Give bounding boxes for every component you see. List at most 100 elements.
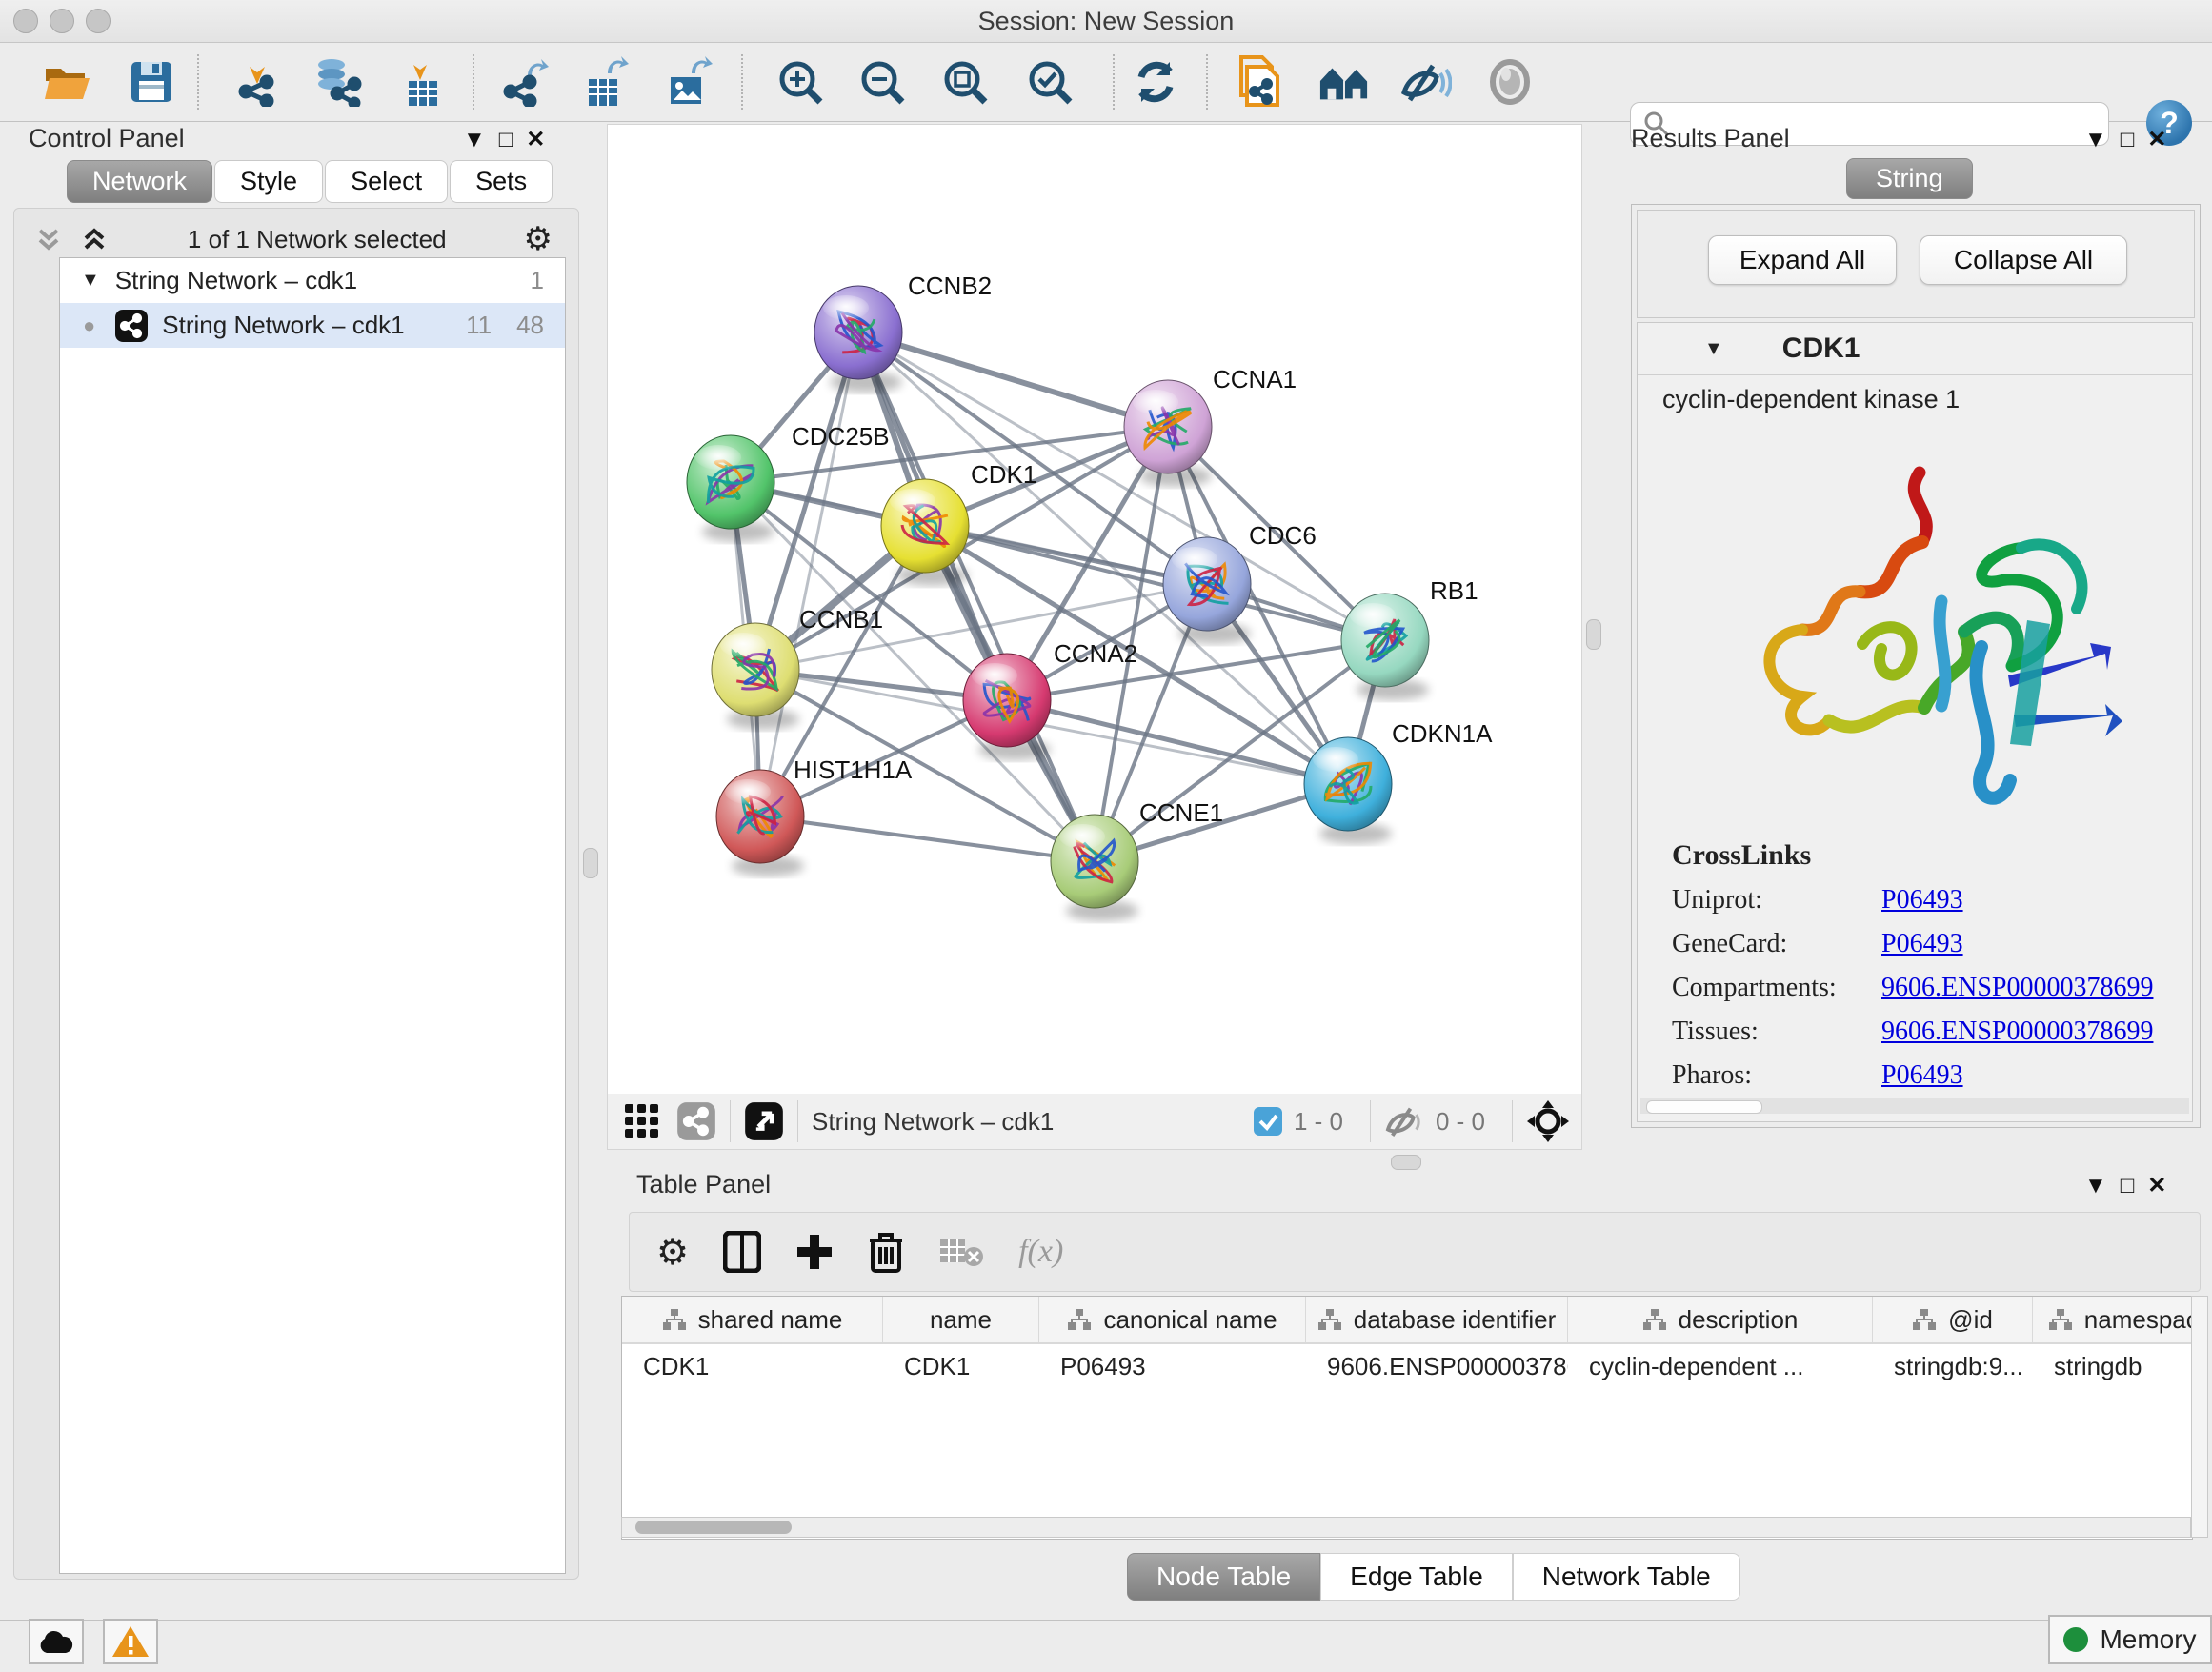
node-count: 11: [466, 311, 492, 340]
string-home-button[interactable]: [1318, 56, 1370, 108]
float-menu-icon[interactable]: ▼: [463, 127, 499, 152]
show-glass-eye-button[interactable]: [1484, 56, 1536, 108]
column-header-namespace[interactable]: namespace: [2033, 1297, 2193, 1342]
zoom-out-button[interactable]: [856, 56, 908, 108]
import-table-button[interactable]: [397, 56, 449, 108]
delete-column-icon[interactable]: [868, 1231, 904, 1273]
expand-all-icon[interactable]: [78, 223, 111, 255]
glass-eye-icon: [1488, 58, 1532, 106]
float-menu-icon[interactable]: ▼: [2084, 1173, 2121, 1199]
import-table-icon: [401, 56, 445, 108]
import-network-from-database-button[interactable]: [312, 56, 364, 108]
tab-edge-table[interactable]: Edge Table: [1320, 1553, 1513, 1601]
crosslink-link[interactable]: 9606.ENSP00000378699: [1881, 1017, 2153, 1047]
table-vscrollbar[interactable]: [2191, 1296, 2208, 1538]
float-panel-icon[interactable]: □: [499, 127, 527, 152]
results-hscrollbar-thumb[interactable]: [1646, 1100, 1762, 1114]
toolbar-separator: [741, 54, 743, 110]
add-column-icon[interactable]: [795, 1233, 834, 1271]
crosslink-link[interactable]: 9606.ENSP00000378699: [1881, 973, 2153, 1003]
column-header-description[interactable]: description: [1568, 1297, 1873, 1342]
network-edge[interactable]: [760, 816, 1095, 861]
crosslink-link[interactable]: P06493: [1881, 929, 1963, 959]
refresh-button[interactable]: [1130, 56, 1181, 108]
tab-node-table[interactable]: Node Table: [1127, 1553, 1320, 1601]
zoom-fit-button[interactable]: [939, 56, 991, 108]
column-header-canonical-name[interactable]: canonical name: [1039, 1297, 1306, 1342]
string-import-button[interactable]: [1234, 56, 1285, 108]
results-hscrollbar[interactable]: [1640, 1098, 2189, 1114]
table-settings-gear-icon[interactable]: ⚙: [656, 1231, 689, 1274]
cloud-status-button[interactable]: [29, 1619, 84, 1664]
zoom-in-button[interactable]: [774, 56, 826, 108]
right-splitter-handle[interactable]: [1586, 619, 1601, 650]
results-tab-string[interactable]: String: [1846, 158, 1973, 199]
crosslinks-section: CrossLinks Uniprot:P06493GeneCard:P06493…: [1672, 839, 2192, 1091]
network-collection-row[interactable]: ▼ String Network – cdk1 1: [60, 258, 565, 303]
node-label-CDK1: CDK1: [971, 460, 1036, 489]
warning-status-button[interactable]: [103, 1619, 158, 1664]
column-header-database-identifier[interactable]: database identifier: [1306, 1297, 1568, 1342]
open-session-button[interactable]: [42, 56, 93, 108]
tab-network[interactable]: Network: [67, 160, 212, 203]
table-hscrollbar-thumb[interactable]: [635, 1521, 792, 1534]
collapse-all-button[interactable]: Collapse All: [1920, 235, 2127, 285]
collapse-all-icon[interactable]: [32, 223, 65, 255]
gear-icon[interactable]: ⚙: [524, 220, 553, 258]
zoom-selected-button[interactable]: [1024, 56, 1076, 108]
hidden-eye-slash-icon[interactable]: [1384, 1104, 1426, 1138]
show-columns-icon[interactable]: [723, 1231, 761, 1273]
column-header-shared-name[interactable]: shared name: [622, 1297, 883, 1342]
gene-header[interactable]: ▼ CDK1: [1638, 323, 2192, 375]
export-network-button[interactable]: [499, 56, 551, 108]
tab-select[interactable]: Select: [325, 160, 448, 203]
collection-label: String Network – cdk1: [115, 266, 357, 295]
table-hscrollbar[interactable]: [621, 1517, 2191, 1538]
tab-style[interactable]: Style: [214, 160, 323, 203]
export-table-button[interactable]: [581, 56, 633, 108]
collapse-arrow-icon[interactable]: ▼: [1704, 338, 1723, 360]
table-cell: P06493: [1039, 1352, 1306, 1381]
column-header--id[interactable]: @id: [1873, 1297, 2033, 1342]
close-panel-icon[interactable]: ✕: [2147, 127, 2180, 152]
crosslink-link[interactable]: P06493: [1881, 885, 1963, 916]
table-row[interactable]: CDK1CDK1P064939606.ENSP00000378699cyclin…: [622, 1344, 2192, 1388]
save-session-button[interactable]: [126, 56, 177, 108]
fit-selected-crosshair-icon[interactable]: [1526, 1099, 1570, 1143]
float-menu-icon[interactable]: ▼: [2084, 127, 2121, 152]
selected-checkbox-icon[interactable]: [1252, 1105, 1284, 1138]
table-header-row: shared namenamecanonical namedatabase id…: [622, 1297, 2192, 1344]
left-splitter-handle[interactable]: [583, 848, 598, 878]
network-edge[interactable]: [858, 332, 1168, 427]
float-panel-icon[interactable]: □: [2121, 127, 2148, 152]
export-image-button[interactable]: [663, 56, 714, 108]
hide-glass-eye-button[interactable]: [1400, 56, 1452, 108]
horizontal-splitter-handle[interactable]: [1391, 1155, 1421, 1170]
crosslink-link[interactable]: P06493: [1881, 1060, 1963, 1091]
close-panel-icon[interactable]: ✕: [2147, 1173, 2180, 1199]
grid-view-icon[interactable]: [623, 1102, 661, 1140]
import-network-button[interactable]: [232, 56, 284, 108]
tab-sets[interactable]: Sets: [450, 160, 553, 203]
table-cell: 9606.ENSP00000378699: [1306, 1352, 1568, 1381]
export-table-icon: [583, 56, 631, 108]
expand-all-button[interactable]: Expand All: [1708, 235, 1897, 285]
node-table: shared namenamecanonical namedatabase id…: [621, 1296, 2193, 1540]
separator: [1512, 1100, 1513, 1142]
close-panel-icon[interactable]: ✕: [526, 127, 558, 152]
column-header-name[interactable]: name: [883, 1297, 1039, 1342]
network-label: String Network – cdk1: [162, 311, 404, 340]
network-canvas[interactable]: CCNB2CCNA1CDC25BCDK1CDC6RB1CCNB1CCNA2CDK…: [607, 124, 1582, 1096]
function-builder-icon: f(x): [1018, 1234, 1063, 1270]
collapse-arrow-icon[interactable]: ▼: [81, 270, 100, 292]
tab-network-table[interactable]: Network Table: [1513, 1553, 1740, 1601]
network-edge[interactable]: [760, 332, 858, 816]
network-view-share-icon[interactable]: [676, 1101, 716, 1141]
crosslink-row: GeneCard:P06493: [1672, 929, 2192, 959]
float-panel-icon[interactable]: □: [2121, 1173, 2148, 1199]
memory-button[interactable]: Memory: [2048, 1615, 2212, 1664]
table-cell: CDK1: [622, 1352, 883, 1381]
network-row[interactable]: ● String Network – cdk1 11 48: [60, 303, 565, 348]
birdseye-view-icon[interactable]: [744, 1101, 784, 1141]
toolbar-separator: [197, 54, 199, 110]
